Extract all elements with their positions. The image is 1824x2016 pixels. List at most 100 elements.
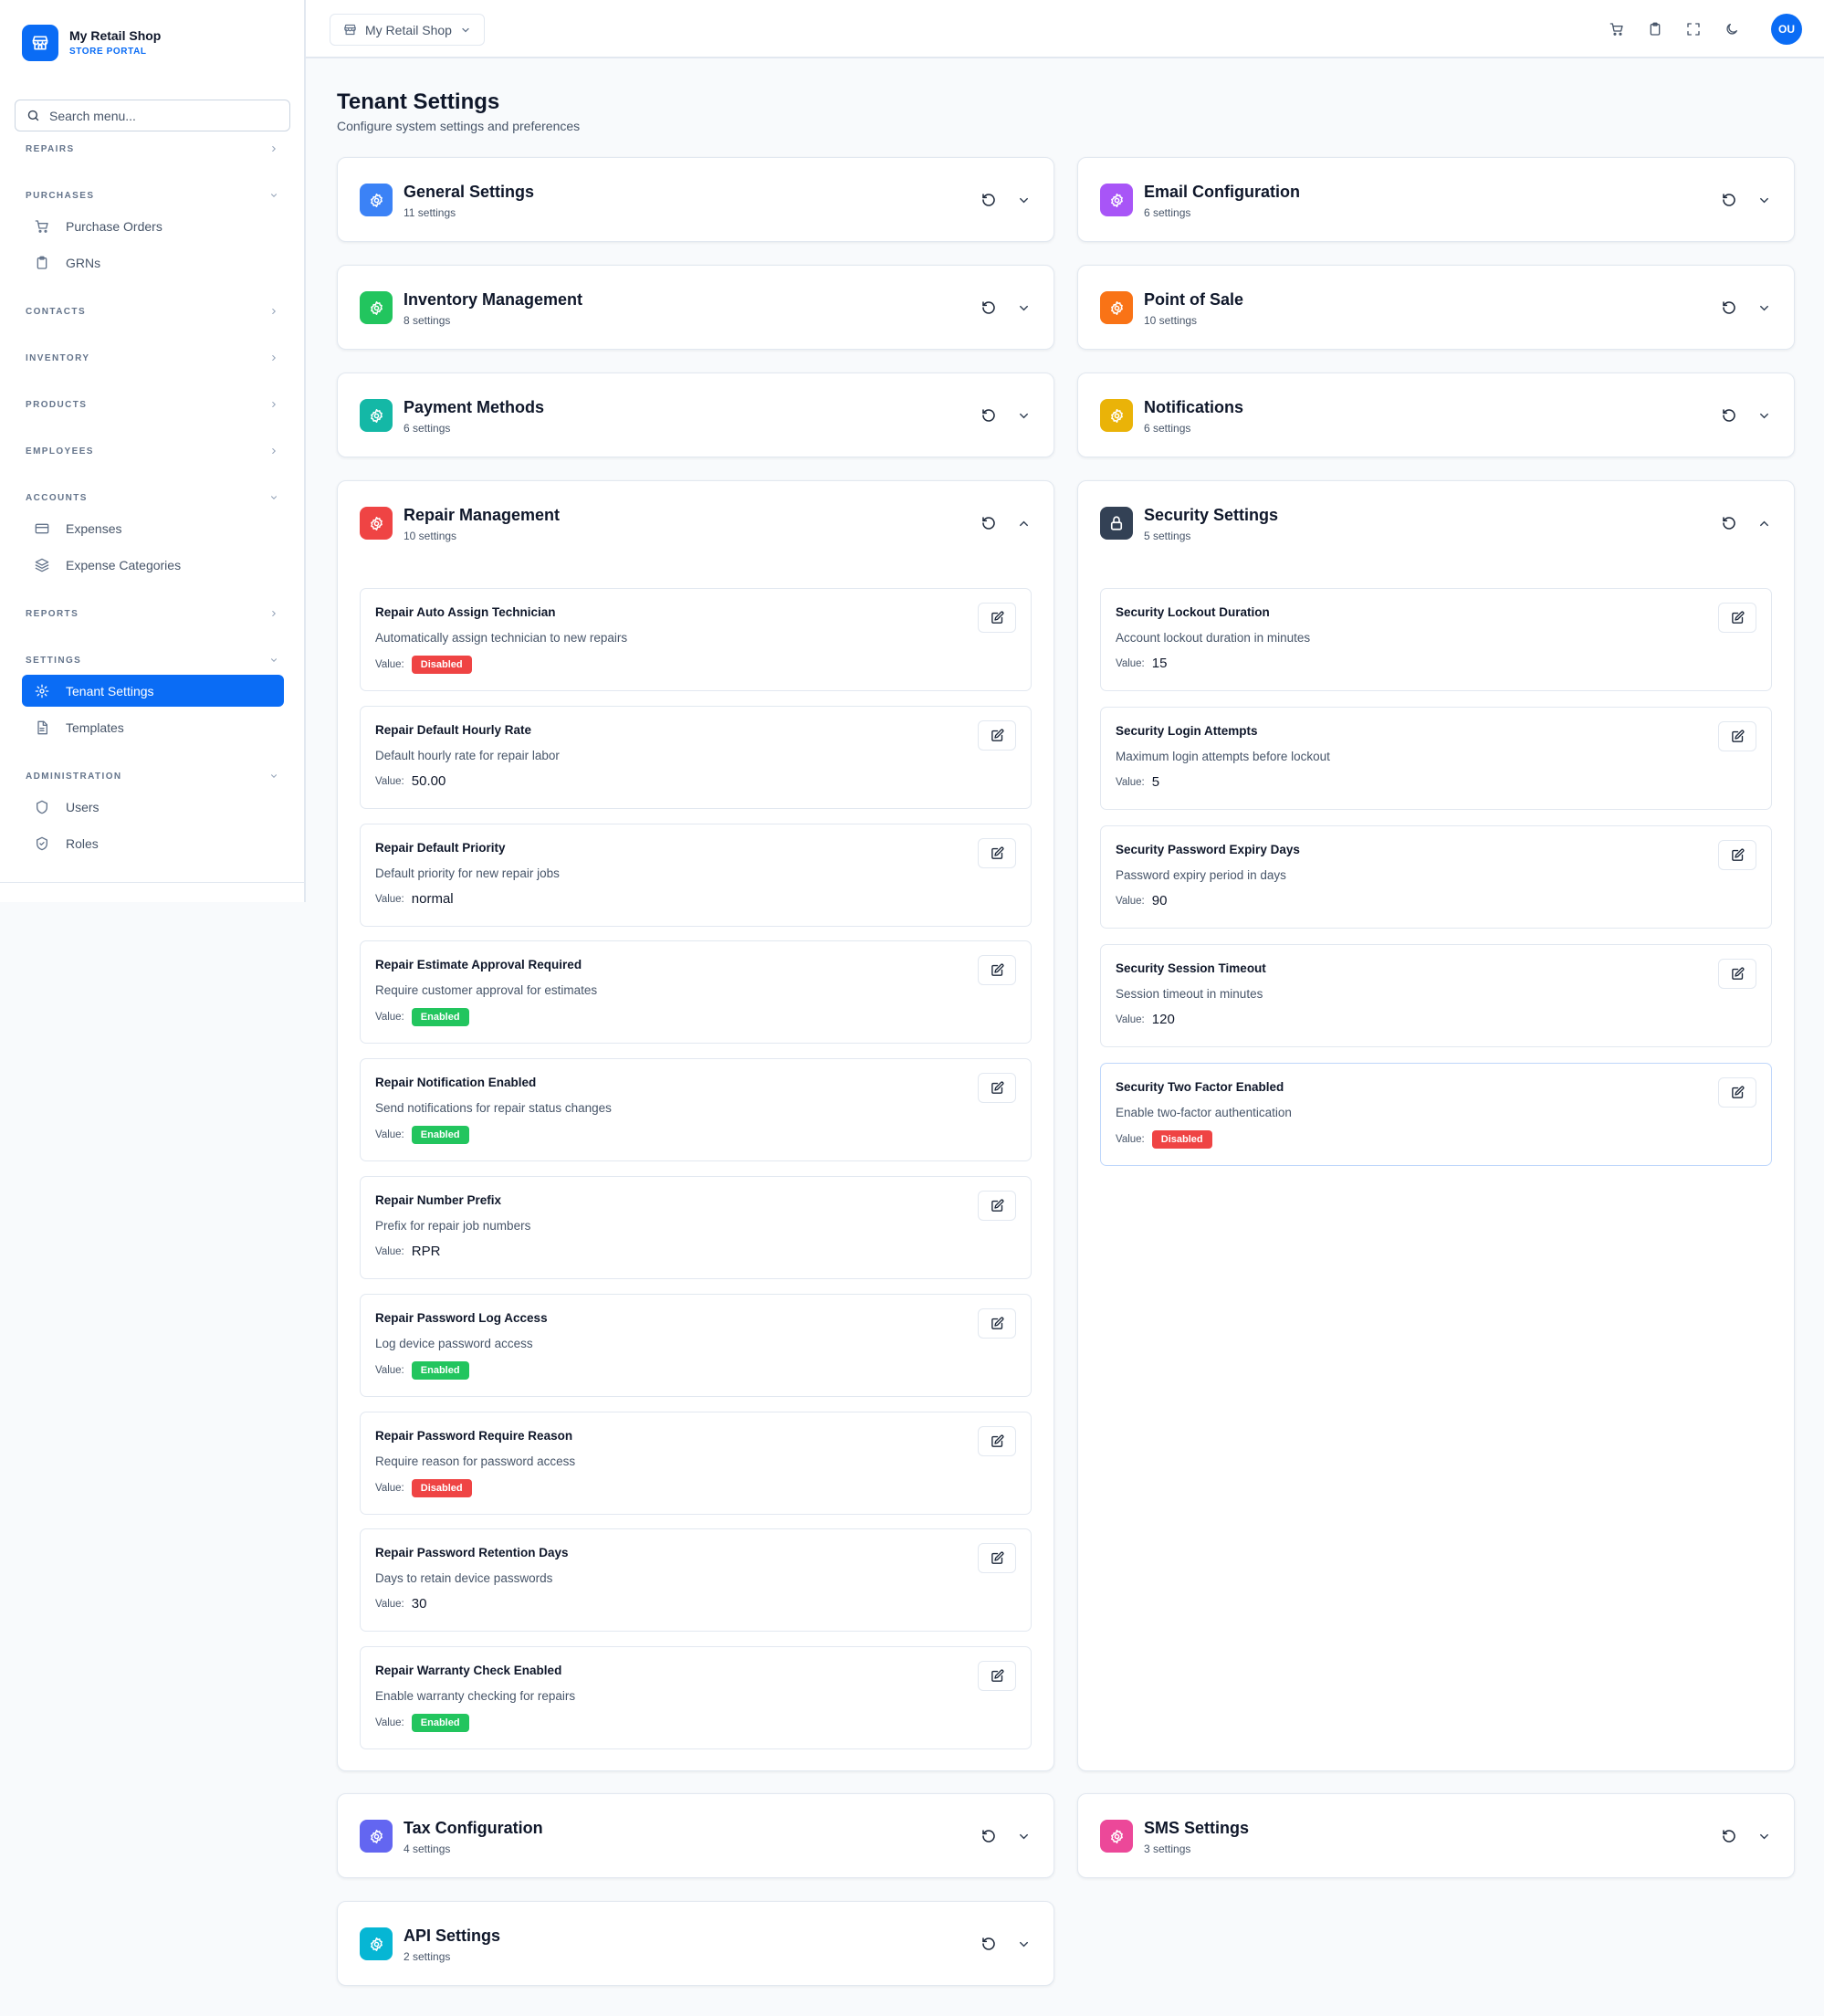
chevron-down-icon[interactable] xyxy=(1754,190,1774,210)
setting-description: Log device password access xyxy=(375,1337,533,1350)
nav-group-products[interactable]: PRODUCTS xyxy=(26,395,278,414)
edit-button[interactable] xyxy=(978,1426,1016,1456)
card-header[interactable]: Security Settings 5 settings xyxy=(1078,481,1794,565)
chevron-down-icon[interactable] xyxy=(1013,405,1033,425)
nav-group-settings[interactable]: SETTINGS xyxy=(26,651,278,669)
search-input[interactable]: Search menu... xyxy=(15,100,290,131)
reset-icon[interactable] xyxy=(979,190,999,210)
reset-icon[interactable] xyxy=(1719,190,1739,210)
setting-name: Security Session Timeout xyxy=(1116,961,1266,975)
sidebar-item-label: Roles xyxy=(66,835,99,851)
sidebar-item-expense-categories[interactable]: Expense Categories xyxy=(22,549,284,581)
card-title: SMS Settings xyxy=(1144,1819,1250,1837)
settings-card-email: Email Configuration 6 settings xyxy=(1077,157,1795,242)
nav-group-reports[interactable]: REPORTS xyxy=(26,604,278,623)
card-setting-count: 3 settings xyxy=(1144,1843,1191,1855)
chevron-down-icon[interactable] xyxy=(1013,1934,1033,1954)
setting-description: Automatically assign technician to new r… xyxy=(375,631,628,645)
reset-icon[interactable] xyxy=(979,513,999,533)
edit-button[interactable] xyxy=(978,1073,1016,1103)
shop-selector[interactable]: My Retail Shop xyxy=(330,14,485,46)
card-header[interactable]: SMS Settings 3 settings xyxy=(1078,1794,1794,1878)
edit-icon xyxy=(991,963,1004,977)
brand[interactable]: My Retail Shop STORE PORTAL xyxy=(22,25,161,61)
sidebar-item-purchase-orders[interactable]: Purchase Orders xyxy=(22,210,284,242)
reset-icon[interactable] xyxy=(979,1934,999,1954)
nav-group-label: EMPLOYEES xyxy=(26,446,94,457)
clipboard-icon[interactable] xyxy=(1643,17,1667,41)
reset-icon[interactable] xyxy=(1719,298,1739,318)
nav-group-purchases[interactable]: PURCHASES xyxy=(26,186,278,205)
value-label: Value: xyxy=(1116,776,1145,788)
fullscreen-icon[interactable] xyxy=(1682,17,1705,41)
nav-group-employees[interactable]: EMPLOYEES xyxy=(26,442,278,460)
settings-card-repair: Repair Management 10 settings Repair Aut… xyxy=(337,480,1054,1771)
setting-item: Security Lockout Duration Account lockou… xyxy=(1100,588,1772,691)
edit-button[interactable] xyxy=(978,1543,1016,1573)
chevron-down-icon[interactable] xyxy=(1013,298,1033,318)
edit-button[interactable] xyxy=(978,603,1016,633)
sidebar-item-users[interactable]: Users xyxy=(22,791,284,823)
reset-icon[interactable] xyxy=(1719,513,1739,533)
reset-icon[interactable] xyxy=(1719,1826,1739,1846)
sidebar-item-grns[interactable]: GRNs xyxy=(22,247,284,278)
chevron-down-icon[interactable] xyxy=(1754,1826,1774,1846)
reset-icon[interactable] xyxy=(1719,405,1739,425)
avatar[interactable]: OU xyxy=(1771,14,1802,45)
card-header[interactable]: Inventory Management 8 settings xyxy=(338,266,1054,350)
status-badge: Enabled xyxy=(411,1361,469,1380)
edit-button[interactable] xyxy=(1718,721,1756,751)
card-header[interactable]: General Settings 11 settings xyxy=(338,158,1054,242)
setting-value: 30 xyxy=(411,1596,427,1612)
edit-button[interactable] xyxy=(978,1191,1016,1221)
nav-group-accounts[interactable]: ACCOUNTS xyxy=(26,488,278,507)
sidebar-item-label: Purchase Orders xyxy=(66,218,162,234)
card-header[interactable]: Email Configuration 6 settings xyxy=(1078,158,1794,242)
reset-icon[interactable] xyxy=(979,298,999,318)
edit-button[interactable] xyxy=(1718,840,1756,870)
reset-icon[interactable] xyxy=(979,1826,999,1846)
chevron-down-icon[interactable] xyxy=(1754,405,1774,425)
settings-card-sms: SMS Settings 3 settings xyxy=(1077,1793,1795,1878)
edit-button[interactable] xyxy=(1718,959,1756,989)
edit-icon xyxy=(1731,848,1745,862)
status-badge: Disabled xyxy=(1151,1130,1212,1149)
chevron-up-icon[interactable] xyxy=(1754,513,1774,533)
edit-button[interactable] xyxy=(1718,1077,1756,1108)
moon-icon[interactable] xyxy=(1720,17,1744,41)
nav-group-repairs[interactable]: REPAIRS xyxy=(26,140,278,158)
sidebar-item-templates[interactable]: Templates xyxy=(22,711,284,743)
edit-icon xyxy=(991,1081,1004,1095)
edit-icon xyxy=(1731,1086,1745,1099)
nav-group-contacts[interactable]: CONTACTS xyxy=(26,302,278,320)
edit-button[interactable] xyxy=(978,1661,1016,1691)
chevron-down-icon[interactable] xyxy=(1754,298,1774,318)
status-badge: Enabled xyxy=(411,1008,469,1026)
card-setting-count: 6 settings xyxy=(404,422,451,435)
setting-name: Repair Default Priority xyxy=(375,841,506,855)
card-header[interactable]: API Settings 2 settings xyxy=(338,1902,1054,1986)
card-header[interactable]: Payment Methods 6 settings xyxy=(338,373,1054,457)
chevron-up-icon[interactable] xyxy=(1013,513,1033,533)
sidebar-item-tenant-settings[interactable]: Tenant Settings xyxy=(22,675,284,707)
nav-group-inventory[interactable]: INVENTORY xyxy=(26,349,278,367)
chevron-down-icon[interactable] xyxy=(1013,190,1033,210)
setting-item: Security Password Expiry Days Password e… xyxy=(1100,825,1772,929)
edit-button[interactable] xyxy=(1718,603,1756,633)
gear-icon xyxy=(360,399,393,432)
edit-button[interactable] xyxy=(978,1308,1016,1339)
sidebar-item-expenses[interactable]: Expenses xyxy=(22,512,284,544)
card-header[interactable]: Notifications 6 settings xyxy=(1078,373,1794,457)
card-header[interactable]: Repair Management 10 settings xyxy=(338,481,1054,565)
edit-button[interactable] xyxy=(978,720,1016,751)
edit-button[interactable] xyxy=(978,838,1016,868)
nav-group-administration[interactable]: ADMINISTRATION xyxy=(26,767,278,785)
edit-button[interactable] xyxy=(978,955,1016,985)
reset-icon[interactable] xyxy=(979,405,999,425)
card-header[interactable]: Tax Configuration 4 settings xyxy=(338,1794,1054,1878)
sidebar-item-roles[interactable]: Roles xyxy=(22,827,284,859)
chevron-down-icon[interactable] xyxy=(1013,1826,1033,1846)
settings-card-payment: Payment Methods 6 settings xyxy=(337,373,1054,457)
card-header[interactable]: Point of Sale 10 settings xyxy=(1078,266,1794,350)
cart-icon[interactable] xyxy=(1605,17,1629,41)
